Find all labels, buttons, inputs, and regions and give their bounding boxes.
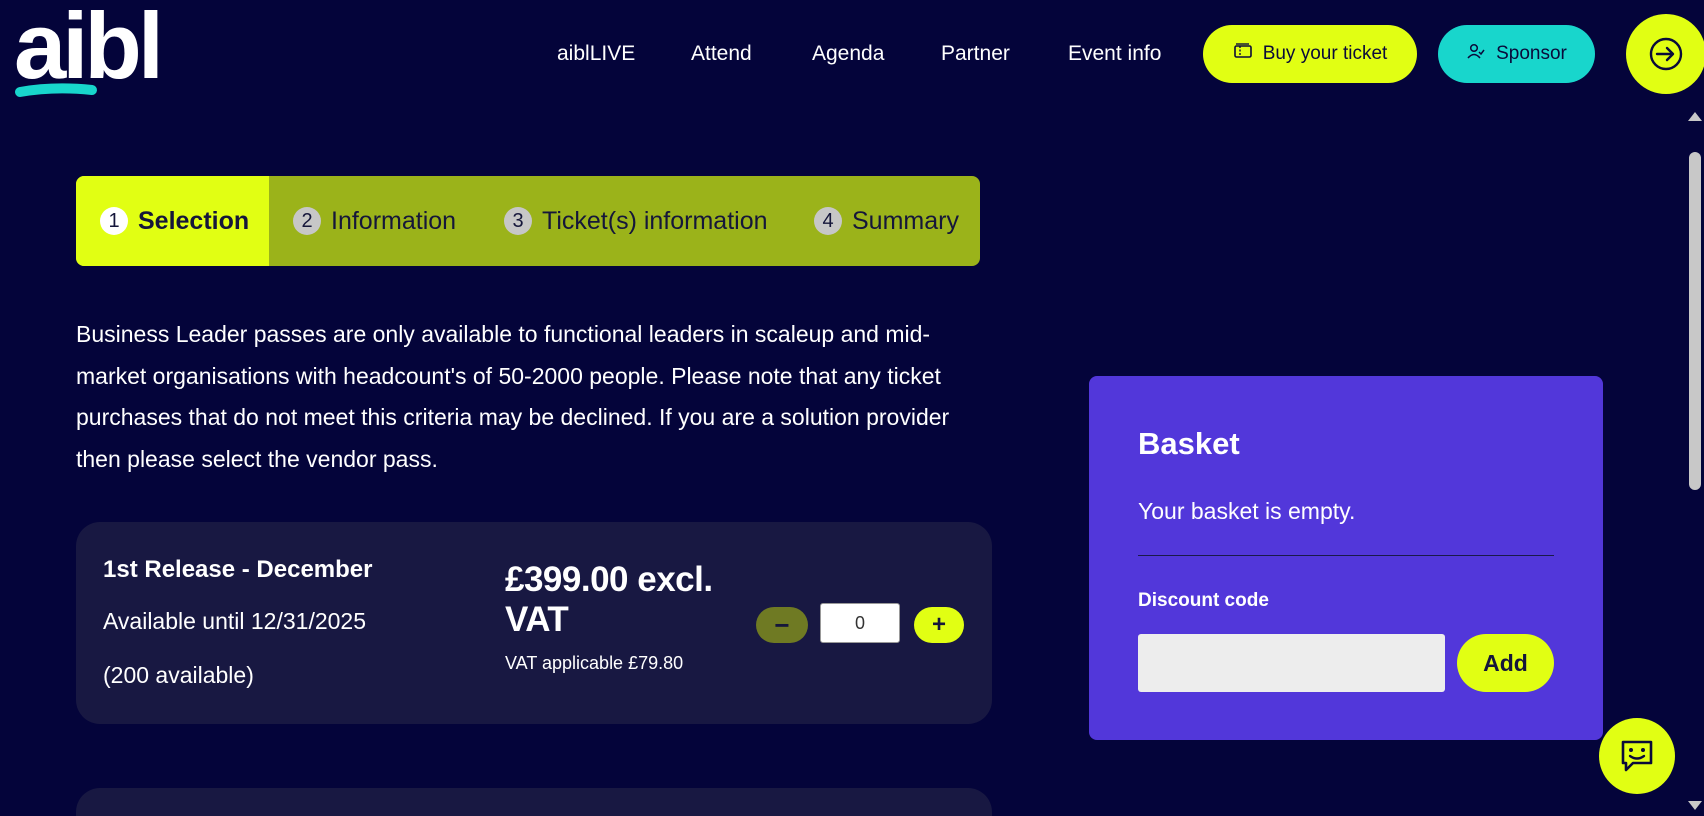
scrollbar-thumb[interactable] — [1689, 152, 1701, 490]
ticket-vat: VAT applicable £79.80 — [505, 653, 684, 673]
nav-aibllive[interactable]: aiblLIVE — [557, 34, 635, 74]
ticket-availability: Available until 12/31/2025 — [103, 608, 367, 634]
basket-divider — [1138, 555, 1554, 556]
step-number: 3 — [504, 207, 532, 235]
basket-panel: Basket Your basket is empty. Discount co… — [1089, 376, 1603, 740]
step-summary[interactable]: 4 Summary — [814, 176, 959, 266]
aibl-logo[interactable]: aibl — [14, 2, 194, 102]
step-selection[interactable]: 1 Selection — [100, 176, 249, 266]
people-icon — [1466, 41, 1486, 67]
quantity-decrease-button[interactable]: − — [756, 607, 808, 643]
basket-empty-message: Your basket is empty. — [1138, 498, 1356, 524]
login-arrow-icon — [1649, 37, 1683, 71]
ticket-card — [76, 788, 992, 816]
step-label: Ticket(s) information — [542, 206, 768, 235]
discount-add-button[interactable]: Add — [1457, 634, 1554, 692]
discount-code-label: Discount code — [1138, 590, 1269, 611]
scroll-up-icon[interactable] — [1688, 112, 1702, 121]
page-scrollbar[interactable] — [1684, 108, 1704, 816]
step-label: Selection — [138, 206, 250, 235]
ticket-icon — [1233, 41, 1253, 67]
site-header: aibl aiblLIVE Attend Agenda Partner Even… — [0, 0, 1704, 108]
eligibility-notice: Business Leader passes are only availabl… — [76, 321, 950, 472]
quantity-input[interactable] — [820, 603, 900, 643]
checkout-stepper: 1 Selection 2 Information 3 Ticket(s) in… — [76, 176, 980, 266]
quantity-increase-button[interactable]: + — [914, 607, 964, 643]
step-label: Summary — [852, 206, 959, 235]
step-number: 1 — [100, 207, 128, 235]
sponsor-label: Sponsor — [1496, 43, 1567, 64]
sponsor-button[interactable]: Sponsor — [1438, 25, 1595, 83]
ticket-price: £399.00 excl. VAT — [505, 560, 713, 639]
buy-ticket-label: Buy your ticket — [1262, 43, 1388, 64]
login-button[interactable] — [1626, 14, 1704, 94]
nav-partner[interactable]: Partner — [941, 34, 1010, 74]
discount-code-input[interactable] — [1138, 634, 1445, 692]
svg-text:aibl: aibl — [14, 2, 160, 98]
ticket-card: 1st Release - December Available until 1… — [76, 522, 992, 724]
ticket-name: 1st Release - December — [103, 556, 373, 583]
basket-title: Basket — [1138, 426, 1240, 461]
step-information[interactable]: 2 Information — [293, 176, 456, 266]
nav-event-info[interactable]: Event info — [1068, 34, 1161, 74]
buy-ticket-button[interactable]: Buy your ticket — [1203, 25, 1417, 83]
step-ticket-information[interactable]: 3 Ticket(s) information — [504, 176, 768, 266]
chat-button[interactable] — [1599, 718, 1675, 794]
step-number: 2 — [293, 207, 321, 235]
step-label: Information — [331, 206, 457, 235]
scroll-down-icon[interactable] — [1688, 801, 1702, 810]
nav-attend[interactable]: Attend — [691, 34, 752, 74]
ticket-count: (200 available) — [103, 662, 254, 688]
chat-smile-icon — [1621, 740, 1653, 772]
step-number: 4 — [814, 207, 842, 235]
nav-agenda[interactable]: Agenda — [812, 34, 884, 74]
